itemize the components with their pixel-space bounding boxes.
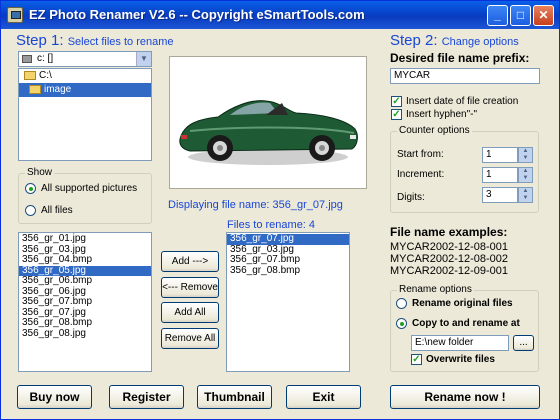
add-button[interactable]: Add ---> — [161, 251, 219, 272]
add-all-button[interactable]: Add All — [161, 302, 219, 323]
rename-list-title: Files to rename: 4 — [227, 219, 316, 231]
counter-group-title: Counter options — [397, 125, 472, 136]
app-icon — [7, 7, 23, 23]
list-item[interactable]: 356_gr_08.bmp — [227, 265, 349, 277]
step1-label: Step 1: — [16, 32, 64, 49]
digits-input[interactable]: 3 — [482, 187, 518, 203]
source-file-list[interactable]: 356_gr_01.jpg 356_gr_03.jpg 356_gr_04.bm… — [18, 232, 152, 372]
title-bar[interactable]: EZ Photo Renamer V2.6 -- Copyright eSmar… — [1, 1, 559, 29]
show-all-files-radio[interactable]: All files — [25, 205, 73, 216]
browse-button[interactable]: ... — [513, 335, 534, 351]
radio-label: All files — [41, 205, 73, 217]
show-group: Show All supported pictures All files — [18, 167, 152, 224]
prefix-input[interactable]: MYCAR — [390, 68, 540, 84]
overwrite-checkbox[interactable]: ✓ Overwrite files — [411, 354, 495, 365]
register-button[interactable]: Register — [109, 385, 184, 409]
prefix-label: Desired file name prefix: — [390, 51, 530, 65]
radio-selected-icon — [25, 183, 36, 194]
example-name: MYCAR2002-12-08-002 — [390, 253, 509, 265]
checkbox-checked-icon: ✓ — [411, 354, 422, 365]
checkbox-label: Overwrite files — [426, 354, 495, 366]
folder-item[interactable]: image — [19, 83, 151, 97]
list-item[interactable]: 356_gr_07.bmp — [227, 254, 349, 266]
radio-label: Rename original files — [412, 298, 513, 310]
step1-hint: Select files to rename — [67, 36, 174, 48]
insert-date-checkbox[interactable]: ✓ Insert date of file creation — [391, 96, 518, 107]
rename-original-radio[interactable]: Rename original files — [396, 298, 513, 309]
list-item[interactable]: 356_gr_07.bmp — [19, 296, 151, 308]
thumbnail-button[interactable]: Thumbnail — [197, 385, 272, 409]
checkbox-checked-icon: ✓ — [391, 96, 402, 107]
example-name: MYCAR2002-12-08-001 — [390, 241, 509, 253]
increment-label: Increment: — [397, 169, 445, 180]
list-item[interactable]: 356_gr_06.bmp — [19, 275, 151, 287]
photo-preview — [169, 56, 367, 189]
car-photo — [179, 100, 358, 165]
radio-icon — [25, 205, 36, 216]
maximize-button[interactable]: □ — [510, 5, 531, 26]
insert-hyphen-checkbox[interactable]: ✓ Insert hyphen"-" — [391, 109, 477, 120]
destination-path-input[interactable]: E:\new folder — [411, 335, 509, 351]
buy-now-button[interactable]: Buy now — [17, 385, 92, 409]
copy-rename-radio[interactable]: Copy to and rename at — [396, 318, 520, 329]
start-from-input[interactable]: 1 — [482, 147, 518, 163]
radio-label: Copy to and rename at — [412, 318, 520, 330]
step2-label: Step 2: — [390, 32, 438, 49]
preview-caption: Displaying file name: 356_gr_07.jpg — [168, 199, 343, 211]
radio-selected-icon — [396, 318, 407, 329]
open-folder-icon — [29, 85, 41, 94]
checkbox-label: Insert date of file creation — [406, 96, 519, 108]
app-window: EZ Photo Renamer V2.6 -- Copyright eSmar… — [0, 0, 560, 420]
folder-item[interactable]: C:\ — [19, 69, 151, 83]
close-button[interactable]: ✕ — [533, 5, 554, 26]
remove-all-button[interactable]: Remove All — [161, 328, 219, 349]
folder-icon — [24, 71, 36, 80]
list-item[interactable]: 356_gr_08.jpg — [19, 328, 151, 340]
show-group-title: Show — [25, 167, 55, 178]
checkbox-label: Insert hyphen"-" — [406, 109, 478, 121]
exit-button[interactable]: Exit — [286, 385, 361, 409]
radio-icon — [396, 298, 407, 309]
folder-list[interactable]: C:\ image — [18, 68, 152, 161]
rename-options-title: Rename options — [397, 284, 474, 295]
step2-hint: Change options — [441, 36, 519, 48]
show-all-pictures-radio[interactable]: All supported pictures — [25, 183, 137, 194]
folder-label: image — [44, 84, 72, 95]
list-item[interactable]: 356_gr_01.jpg — [19, 233, 151, 245]
minimize-button[interactable]: _ — [487, 5, 508, 26]
remove-button[interactable]: <--- Remove — [161, 277, 219, 298]
digits-spinner[interactable]: ▲ ▼ — [518, 187, 533, 203]
rename-file-list[interactable]: 356_gr_07.jpg 356_gr_03.jpg 356_gr_07.bm… — [226, 232, 350, 372]
increment-input[interactable]: 1 — [482, 167, 518, 183]
rename-now-button[interactable]: Rename now ! — [390, 385, 540, 409]
list-item[interactable]: 356_gr_08.bmp — [19, 317, 151, 329]
radio-label: All supported pictures — [41, 183, 138, 195]
drive-select[interactable]: c: [] ▼ — [18, 51, 152, 67]
digits-label: Digits: — [397, 192, 425, 203]
window-title: EZ Photo Renamer V2.6 -- Copyright eSmar… — [29, 7, 365, 22]
increment-spinner[interactable]: ▲ ▼ — [518, 167, 533, 183]
chevron-down-icon[interactable]: ▼ — [136, 52, 151, 66]
drive-icon — [22, 55, 32, 63]
start-from-label: Start from: — [397, 149, 444, 160]
folder-label: C:\ — [39, 70, 52, 81]
start-from-spinner[interactable]: ▲ ▼ — [518, 147, 533, 163]
step1-heading: Step 1: Select files to rename — [16, 32, 174, 49]
checkbox-checked-icon: ✓ — [391, 109, 402, 120]
step2-heading: Step 2: Change options — [390, 32, 519, 49]
list-item[interactable]: 356_gr_07.jpg — [227, 233, 349, 245]
drive-value: c: [] — [37, 53, 54, 64]
list-item[interactable]: 356_gr_04.bmp — [19, 254, 151, 266]
example-name: MYCAR2002-12-09-001 — [390, 265, 509, 277]
examples-label: File name examples: — [390, 225, 508, 239]
